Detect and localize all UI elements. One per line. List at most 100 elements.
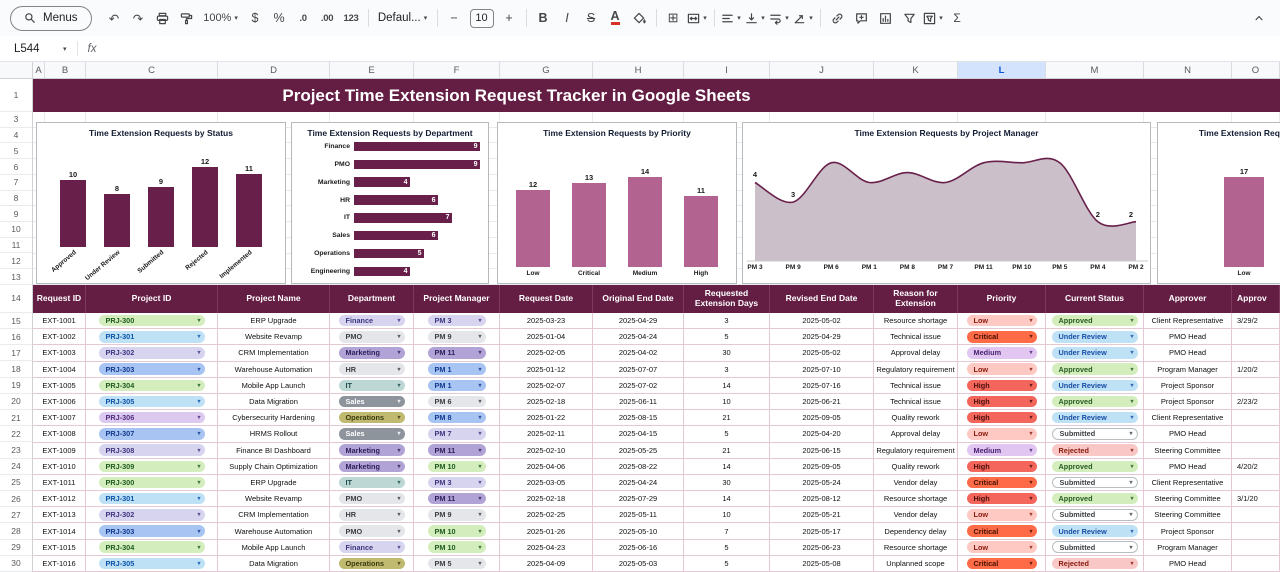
chip-project-manager[interactable]: PM 7▾ <box>428 428 486 440</box>
cell-requested-extension-days[interactable]: 14 <box>684 378 770 394</box>
chip-priority[interactable]: High▾ <box>967 493 1037 505</box>
cell-request-id[interactable]: EXT-1002 <box>33 329 86 345</box>
chip-department[interactable]: Marketing▾ <box>339 461 405 473</box>
cell-original-end-date[interactable]: 2025-05-03 <box>593 556 684 572</box>
chip-project-manager[interactable]: PM 11▾ <box>428 493 486 505</box>
chip-department[interactable]: Sales▾ <box>339 428 405 440</box>
cell-revised-end-date[interactable]: 2025-09-05 <box>770 459 874 475</box>
cell-original-end-date[interactable]: 2025-05-10 <box>593 523 684 539</box>
cell-approver[interactable]: Client Representative <box>1144 410 1232 426</box>
cell-project-manager[interactable]: PM 7▾ <box>414 426 500 442</box>
cell-approver[interactable]: Program Manager <box>1144 362 1232 378</box>
chart-department[interactable]: Time Extension Requests by DepartmentFin… <box>291 122 489 284</box>
cell-current-status[interactable]: Approved▾ <box>1046 491 1144 507</box>
cell-project-id[interactable]: PRJ-307▾ <box>86 426 218 442</box>
cell-approver[interactable]: Steering Committee <box>1144 507 1232 523</box>
row-header-8[interactable]: 8 <box>0 191 32 207</box>
chip-priority[interactable]: Medium▾ <box>967 347 1037 359</box>
chip-current-status[interactable]: Submitted▾ <box>1052 428 1138 440</box>
cell-department[interactable]: Operations▾ <box>330 410 414 426</box>
table-header-requested-extension-days[interactable]: Requested Extension Days <box>684 285 770 313</box>
cell-reason-for-extension[interactable]: Regulatory requirement <box>874 362 958 378</box>
horizontal-align-button[interactable]: ▾ <box>720 6 743 30</box>
cell-requested-extension-days[interactable]: 10 <box>684 394 770 410</box>
decrease-font-size-button[interactable]: − <box>443 6 466 30</box>
cell-department[interactable]: PMO▾ <box>330 523 414 539</box>
cell-approval-date[interactable]: 1/20/2 <box>1232 362 1280 378</box>
cell-request-id[interactable]: EXT-1005 <box>33 378 86 394</box>
cell-project-manager[interactable]: PM 6▾ <box>414 394 500 410</box>
row-header-11[interactable]: 11 <box>0 238 32 254</box>
cell-approver[interactable]: PMO Head <box>1144 459 1232 475</box>
column-header-A[interactable]: A <box>33 62 45 78</box>
cell-reason-for-extension[interactable]: Technical issue <box>874 378 958 394</box>
cell-request-id[interactable]: EXT-1013 <box>33 507 86 523</box>
row-header-29[interactable]: 29 <box>0 540 32 556</box>
text-color-button[interactable]: A <box>604 6 627 30</box>
chip-department[interactable]: IT▾ <box>339 477 405 489</box>
table-header-project-id[interactable]: Project ID <box>86 285 218 313</box>
chart-pm[interactable]: Time Extension Requests by Project Manag… <box>742 122 1151 284</box>
cell-reason-for-extension[interactable]: Resource shortage <box>874 491 958 507</box>
chip-project-manager[interactable]: PM 11▾ <box>428 347 486 359</box>
cell-project-name[interactable]: Warehouse Automation <box>218 523 330 539</box>
cell-revised-end-date[interactable]: 2025-09-05 <box>770 410 874 426</box>
strikethrough-button[interactable]: S <box>580 6 603 30</box>
cell-priority[interactable]: Critical▾ <box>958 556 1046 572</box>
column-header-M[interactable]: M <box>1046 62 1144 78</box>
row-header-18[interactable]: 18 <box>0 361 32 377</box>
row-header-17[interactable]: 17 <box>0 345 32 361</box>
cell-request-date[interactable]: 2025-04-23 <box>500 540 593 556</box>
chip-project-id[interactable]: PRJ-304▾ <box>99 380 205 392</box>
cell-reason-for-extension[interactable]: Technical issue <box>874 329 958 345</box>
decrease-decimal-button[interactable]: .0 <box>292 6 315 30</box>
chip-project-manager[interactable]: PM 10▾ <box>428 525 486 537</box>
chip-project-manager[interactable]: PM 9▾ <box>428 509 486 521</box>
chart-status[interactable]: Time Extension Requests by Status10Appro… <box>36 122 286 284</box>
chip-project-id[interactable]: PRJ-307▾ <box>99 428 205 440</box>
cell-project-id[interactable]: PRJ-309▾ <box>86 459 218 475</box>
row-header-3[interactable]: 3 <box>0 112 32 128</box>
chip-project-manager[interactable]: PM 10▾ <box>428 541 486 553</box>
column-header-E[interactable]: E <box>330 62 414 78</box>
cell-current-status[interactable]: Under Review▾ <box>1046 378 1144 394</box>
cell-project-id[interactable]: PRJ-302▾ <box>86 507 218 523</box>
cell-project-manager[interactable]: PM 3▾ <box>414 313 500 329</box>
cell-requested-extension-days[interactable]: 21 <box>684 443 770 459</box>
text-rotation-button[interactable]: ▾ <box>792 6 815 30</box>
cell-department[interactable]: Marketing▾ <box>330 459 414 475</box>
cell-revised-end-date[interactable]: 2025-07-10 <box>770 362 874 378</box>
cell-reason-for-extension[interactable]: Dependency delay <box>874 523 958 539</box>
cell-reason-for-extension[interactable]: Unplanned scope <box>874 556 958 572</box>
font-select[interactable]: Defaul... ▾ <box>374 6 432 30</box>
cell-approver[interactable]: Project Sponsor <box>1144 394 1232 410</box>
cell-current-status[interactable]: Approved▾ <box>1046 362 1144 378</box>
menus-button[interactable]: Menus <box>10 6 92 31</box>
chip-current-status[interactable]: Approved▾ <box>1052 315 1138 327</box>
cell-request-date[interactable]: 2025-01-12 <box>500 362 593 378</box>
cell-department[interactable]: Marketing▾ <box>330 345 414 361</box>
chip-current-status[interactable]: Rejected▾ <box>1052 558 1138 570</box>
cell-project-name[interactable]: Mobile App Launch <box>218 540 330 556</box>
cell-approval-date[interactable]: 2/23/2 <box>1232 394 1280 410</box>
cell-current-status[interactable]: Submitted▾ <box>1046 475 1144 491</box>
chip-priority[interactable]: Low▾ <box>967 315 1037 327</box>
currency-format-button[interactable]: $ <box>244 6 267 30</box>
table-header-priority[interactable]: Priority <box>958 285 1046 313</box>
text-wrap-button[interactable]: ▾ <box>768 6 791 30</box>
cell-project-name[interactable]: Cybersecurity Hardening <box>218 410 330 426</box>
name-box[interactable]: L544 <box>14 43 62 55</box>
chip-project-id[interactable]: PRJ-302▾ <box>99 509 205 521</box>
cell-requested-extension-days[interactable]: 5 <box>684 556 770 572</box>
cell-approval-date[interactable]: 3/1/20 <box>1232 491 1280 507</box>
cell-project-name[interactable]: Mobile App Launch <box>218 378 330 394</box>
cell-project-name[interactable]: Website Revamp <box>218 491 330 507</box>
chip-priority[interactable]: Critical▾ <box>967 477 1037 489</box>
chip-priority[interactable]: High▾ <box>967 412 1037 424</box>
row-header-10[interactable]: 10 <box>0 222 32 238</box>
undo-button[interactable]: ↶ <box>103 6 126 30</box>
cell-project-id[interactable]: PRJ-302▾ <box>86 345 218 361</box>
chip-department[interactable]: Marketing▾ <box>339 347 405 359</box>
cell-project-manager[interactable]: PM 1▾ <box>414 378 500 394</box>
table-header-request-date[interactable]: Request Date <box>500 285 593 313</box>
